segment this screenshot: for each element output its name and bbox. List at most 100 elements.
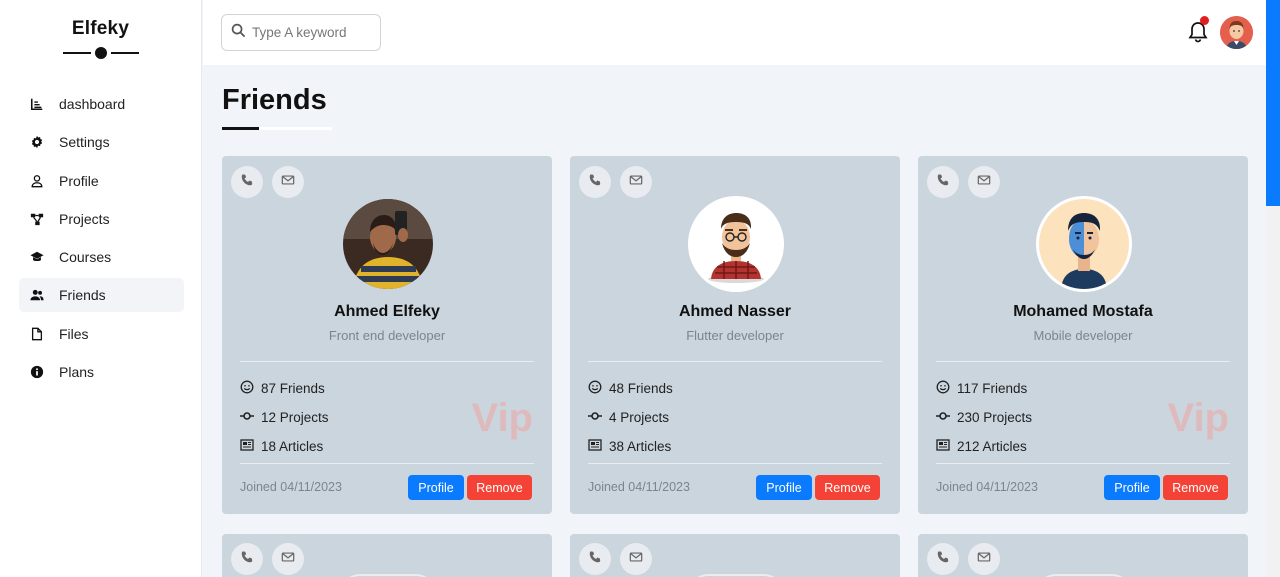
contact-actions bbox=[231, 543, 304, 575]
diagram-icon bbox=[29, 211, 45, 227]
email-button[interactable] bbox=[968, 543, 1000, 575]
stat-articles: 38 Articles bbox=[588, 432, 673, 461]
users-icon bbox=[29, 287, 45, 303]
title-underline bbox=[222, 127, 332, 130]
stat-friends-label: 48 Friends bbox=[609, 381, 673, 396]
envelope-icon bbox=[281, 550, 295, 569]
phone-icon bbox=[240, 173, 254, 192]
email-button[interactable] bbox=[620, 543, 652, 575]
phone-icon bbox=[240, 550, 254, 569]
brand-title: Elfeky bbox=[71, 18, 130, 39]
remove-button[interactable]: Remove bbox=[1163, 475, 1228, 500]
contact-actions bbox=[579, 543, 652, 575]
email-button[interactable] bbox=[272, 166, 304, 198]
page-title: Friends bbox=[222, 84, 327, 116]
call-button[interactable] bbox=[231, 543, 263, 575]
stat-articles-label: 18 Articles bbox=[261, 439, 324, 454]
email-button[interactable] bbox=[620, 166, 652, 198]
sidebar-item-plans[interactable]: Plans bbox=[19, 355, 184, 389]
user-avatar[interactable] bbox=[1220, 16, 1253, 49]
profile-button[interactable]: Profile bbox=[1104, 475, 1160, 500]
sidebar-item-profile[interactable]: Profile bbox=[19, 164, 184, 198]
friend-card: Ahmed Nasser Flutter developer 48 Friend… bbox=[570, 156, 900, 514]
friend-avatar[interactable] bbox=[343, 199, 433, 289]
friend-avatar[interactable] bbox=[1039, 199, 1129, 289]
call-button[interactable] bbox=[231, 166, 263, 198]
newspaper-icon bbox=[936, 438, 957, 455]
friend-name: Mohamed Mostafa bbox=[1013, 303, 1153, 320]
friend-card-partial bbox=[918, 534, 1248, 577]
smile-icon bbox=[936, 380, 957, 397]
sidebar-nav: dashboard Settings Profile Projects Cour… bbox=[19, 87, 184, 393]
commit-icon bbox=[240, 409, 261, 426]
sidebar-item-label: Projects bbox=[59, 210, 110, 227]
sidebar-item-label: dashboard bbox=[59, 96, 126, 112]
friend-role: Flutter developer bbox=[686, 328, 784, 343]
sidebar-item-friends[interactable]: Friends bbox=[19, 278, 184, 313]
call-button[interactable] bbox=[579, 543, 611, 575]
commit-icon bbox=[588, 409, 609, 426]
sidebar-item-label: Plans bbox=[59, 364, 95, 381]
search-icon bbox=[231, 23, 252, 43]
joined-date: Joined 04/11/2023 bbox=[588, 480, 690, 494]
sidebar-item-label: Settings bbox=[59, 134, 110, 151]
email-button[interactable] bbox=[272, 543, 304, 575]
friend-stats: 117 Friends 230 Projects 212 Articles bbox=[936, 374, 1032, 461]
notification-button[interactable] bbox=[1187, 16, 1209, 44]
email-button[interactable] bbox=[968, 166, 1000, 198]
sidebar-item-courses[interactable]: Courses bbox=[19, 240, 184, 274]
chart-icon bbox=[29, 96, 45, 112]
friend-avatar[interactable] bbox=[691, 199, 781, 289]
newspaper-icon bbox=[240, 438, 261, 455]
bell-icon bbox=[1187, 22, 1209, 48]
envelope-icon bbox=[629, 173, 643, 192]
stat-articles: 212 Articles bbox=[936, 432, 1032, 461]
sidebar-item-label: Profile bbox=[59, 172, 99, 189]
divider bbox=[588, 463, 882, 464]
notification-dot bbox=[1200, 16, 1209, 25]
joined-date: Joined 04/11/2023 bbox=[240, 480, 342, 494]
scrollbar-thumb[interactable] bbox=[1266, 0, 1280, 206]
call-button[interactable] bbox=[579, 166, 611, 198]
profile-button[interactable]: Profile bbox=[756, 475, 812, 500]
brand-decoration bbox=[62, 46, 139, 60]
friend-avatar-frame bbox=[340, 196, 436, 292]
contact-actions bbox=[927, 166, 1000, 198]
contact-actions bbox=[231, 166, 304, 198]
vip-badge: Vip bbox=[1167, 396, 1229, 440]
sidebar-item-projects[interactable]: Projects bbox=[19, 202, 184, 236]
sidebar-item-dashboard[interactable]: dashboard bbox=[19, 87, 184, 121]
search-box[interactable] bbox=[221, 14, 381, 51]
user-icon bbox=[29, 173, 45, 189]
friend-card: Mohamed Mostafa Mobile developer 117 Fri… bbox=[918, 156, 1248, 514]
stat-friends: 117 Friends bbox=[936, 374, 1032, 403]
envelope-icon bbox=[629, 550, 643, 569]
vip-badge: Vip bbox=[471, 396, 533, 440]
commit-icon bbox=[936, 409, 957, 426]
sidebar-item-label: Courses bbox=[59, 249, 112, 266]
divider bbox=[936, 463, 1230, 464]
call-button[interactable] bbox=[927, 543, 959, 575]
stat-articles-label: 212 Articles bbox=[957, 439, 1027, 454]
stat-friends-label: 117 Friends bbox=[957, 381, 1028, 396]
friend-avatar-frame bbox=[688, 196, 784, 292]
stat-projects-label: 4 Projects bbox=[609, 410, 670, 425]
stat-friends-label: 87 Friends bbox=[261, 381, 325, 396]
call-button[interactable] bbox=[927, 166, 959, 198]
friend-card-partial bbox=[222, 534, 552, 577]
top-header bbox=[203, 0, 1266, 65]
sidebar-item-files[interactable]: Files bbox=[19, 317, 184, 351]
envelope-icon bbox=[977, 550, 991, 569]
phone-icon bbox=[588, 550, 602, 569]
page-scrollbar[interactable] bbox=[1266, 0, 1280, 577]
file-icon bbox=[29, 326, 45, 342]
remove-button[interactable]: Remove bbox=[467, 475, 532, 500]
sidebar-item-settings[interactable]: Settings bbox=[19, 125, 184, 159]
envelope-icon bbox=[281, 173, 295, 192]
profile-button[interactable]: Profile bbox=[408, 475, 464, 500]
smile-icon bbox=[588, 380, 609, 397]
search-input[interactable] bbox=[252, 25, 372, 40]
remove-button[interactable]: Remove bbox=[815, 475, 880, 500]
envelope-icon bbox=[977, 173, 991, 192]
sidebar-item-label: Files bbox=[59, 325, 89, 342]
